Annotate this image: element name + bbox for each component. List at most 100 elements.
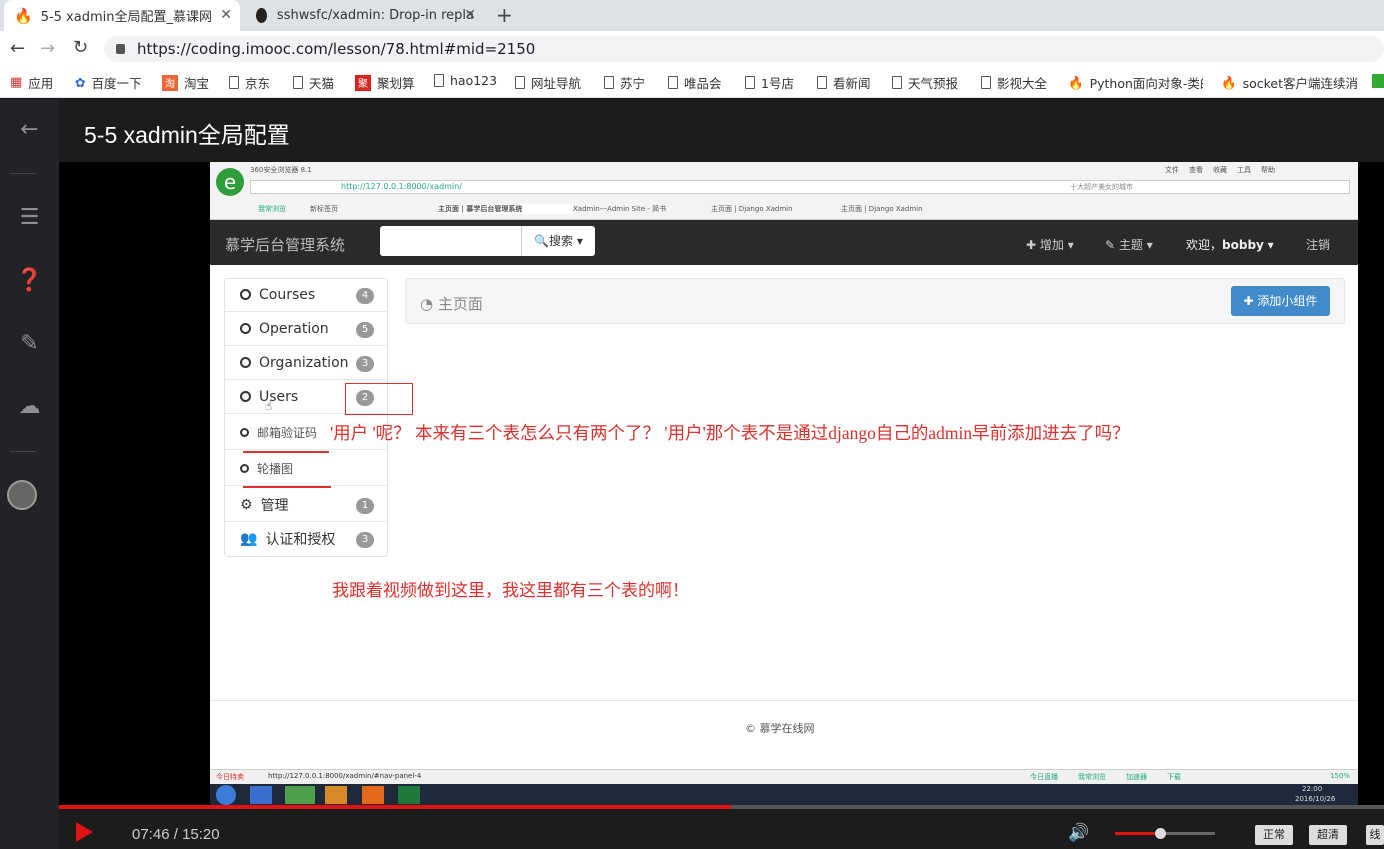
menu-icon[interactable]: ☰ [0, 205, 59, 230]
question-icon[interactable]: ❓ [0, 268, 59, 293]
inner-url-bar[interactable]: http://127.0.0.1:8000/xadmin/ [250, 180, 1350, 194]
juhuasuan-icon: 聚 [355, 74, 371, 91]
bookmark-taobao[interactable]: 淘淘宝 [162, 73, 209, 92]
volume-fill [1115, 832, 1160, 835]
new-tab-button[interactable]: + [496, 3, 513, 27]
page-icon [745, 76, 755, 89]
gear-icon: ⚙ [240, 496, 253, 513]
start-icon [216, 785, 236, 805]
bookmark-suning[interactable]: 苏宁 [604, 73, 645, 92]
bookmark-tmall[interactable]: 天猫 [293, 73, 334, 92]
route-button[interactable]: 线 [1366, 825, 1384, 845]
bookmark-vip[interactable]: 唯品会 [668, 73, 722, 92]
pencil-icon[interactable]: ✎ [0, 331, 59, 356]
admin-search-input[interactable] [380, 226, 522, 256]
count-badge: 1 [356, 498, 374, 514]
taskbar-app-icon [325, 786, 347, 804]
github-icon [256, 8, 267, 23]
circle-icon [240, 391, 251, 402]
quality-normal-button[interactable]: 正常 [1255, 825, 1293, 845]
page-icon [515, 76, 525, 89]
tab-imooc[interactable]: 🔥 5-5 xadmin全局配置_慕课网 ✕ [4, 0, 240, 31]
bookmark-weather[interactable]: 天气预报 [892, 73, 958, 92]
taskbar-app-icon [362, 786, 384, 804]
page-header [405, 278, 1345, 324]
add-widget-button[interactable]: ✚ 添加小组件 [1231, 286, 1330, 316]
taskbar-clock: 22:00 [1302, 785, 1323, 793]
sidebar-item-courses[interactable]: Courses 4 [224, 278, 386, 312]
zoom-level: 150% [1330, 772, 1351, 780]
bookmark-wangzhi[interactable]: 网址导航 [515, 73, 581, 92]
annotation-text-1: '用户 '呢？ 本来有三个表怎么只有两个了？ '用户'那个表不是通过django… [330, 423, 1130, 443]
bookmark-python[interactable]: 🔥 Python面向对象-类的 [1068, 73, 1203, 92]
back-arrow-icon[interactable]: ← [0, 117, 59, 142]
bookmark-icon[interactable] [1372, 74, 1384, 88]
browser-logo-icon: e [216, 168, 244, 196]
page-icon [981, 76, 991, 89]
volume-icon[interactable]: 🔊 [1068, 823, 1089, 843]
flame-icon: 🔥 [1221, 74, 1237, 90]
page-icon [229, 76, 239, 89]
bookmark-apps[interactable]: ▦ 应用 [10, 73, 53, 92]
quality-hd-button[interactable]: 超清 [1309, 825, 1347, 845]
bookmark-baidu[interactable]: ✿ 百度一下 [75, 73, 142, 92]
page-icon [604, 76, 614, 89]
play-icon[interactable] [76, 822, 93, 842]
sidebar-item-operation[interactable]: Operation 5 [224, 312, 386, 346]
mouse-cursor-icon: ☝ [265, 399, 273, 413]
footer-text: © 慕学在线网 [745, 722, 815, 735]
bookmark-yhd[interactable]: 1号店 [745, 73, 794, 92]
inner-browser-name: 360安全浏览器 8.1 [250, 166, 312, 174]
back-icon[interactable]: ← [10, 38, 25, 59]
nav-add[interactable]: ✚ 增加 ▾ [1026, 236, 1074, 253]
url-bar[interactable]: https://coding.imooc.com/lesson/78.html#… [104, 36, 1384, 62]
sidebar-item-admin[interactable]: ⚙ 管理 1 [224, 488, 386, 522]
apps-grid-icon: ▦ [10, 75, 23, 90]
sidebar-item-banner[interactable]: 轮播图 [224, 452, 386, 486]
nav-user[interactable]: 欢迎，bobby ▾ [1186, 236, 1274, 253]
dashboard-icon: ◔ [420, 295, 434, 313]
forward-icon[interactable]: → [40, 38, 55, 59]
volume-handle[interactable] [1155, 828, 1166, 839]
bookmark-juhuasuan[interactable]: 聚聚划算 [355, 73, 415, 92]
close-icon[interactable]: ✕ [464, 7, 476, 23]
bookmark-news[interactable]: 看新闻 [817, 73, 871, 92]
annotation-text-2: 我跟着视频做到这里，我这里都有三个表的啊！ [332, 581, 689, 600]
site-title[interactable]: 慕学后台管理系统 [225, 234, 345, 255]
nav-logout[interactable]: 注销 [1306, 236, 1330, 253]
close-icon[interactable]: ✕ [220, 7, 232, 23]
inner-menu: 文件 查看 收藏 工具 帮助 [1165, 166, 1275, 174]
sidebar-item-organization[interactable]: Organization 3 [224, 346, 386, 380]
avatar[interactable] [7, 480, 37, 510]
taskbar-app-icon [250, 786, 272, 804]
inner-search-hint: 十大超产美女的城市 [1070, 183, 1133, 191]
search-button[interactable]: 🔍搜索 ▾ [521, 226, 595, 256]
annotation-underline [243, 451, 329, 453]
sidebar-item-auth[interactable]: 👥 认证和授权 3 [224, 522, 386, 556]
taskbar-date: 2016/10/26 [1295, 795, 1336, 803]
inner-tabs: 我常浏览 新标签页 主页面 | 慕学后台管理系统 Xadmin---Admin … [258, 204, 923, 214]
annotation-underline [243, 486, 331, 488]
flame-icon: 🔥 [14, 6, 33, 25]
count-badge: 5 [356, 322, 374, 338]
taobao-icon: 淘 [162, 74, 178, 91]
bookmark-video[interactable]: 影视大全 [981, 73, 1047, 92]
annotation-box [345, 383, 413, 415]
bookmark-hao123[interactable]: hao123 [434, 73, 497, 88]
nav-theme[interactable]: ✎ 主题 ▾ [1105, 236, 1153, 253]
users-icon: 👥 [240, 531, 258, 547]
reload-icon[interactable]: ↻ [73, 37, 88, 58]
page-title: 5-5 xadmin全局配置 [84, 122, 290, 148]
page-icon [293, 76, 303, 89]
bookmark-socket[interactable]: 🔥 socket客户端连续消 [1221, 73, 1361, 92]
player-controls [59, 809, 1384, 849]
divider [10, 173, 36, 174]
bookmark-jd[interactable]: 京东 [229, 73, 270, 92]
status-left: 今日特卖 [216, 773, 244, 781]
search-icon: 🔍 [534, 234, 550, 248]
page-icon [817, 76, 827, 89]
cloud-check-icon[interactable]: ☁ [0, 394, 59, 419]
circle-icon [240, 464, 249, 473]
tab-github[interactable]: sshwsfc/xadmin: Drop-in repla ✕ [246, 0, 484, 31]
page-icon [668, 76, 678, 89]
